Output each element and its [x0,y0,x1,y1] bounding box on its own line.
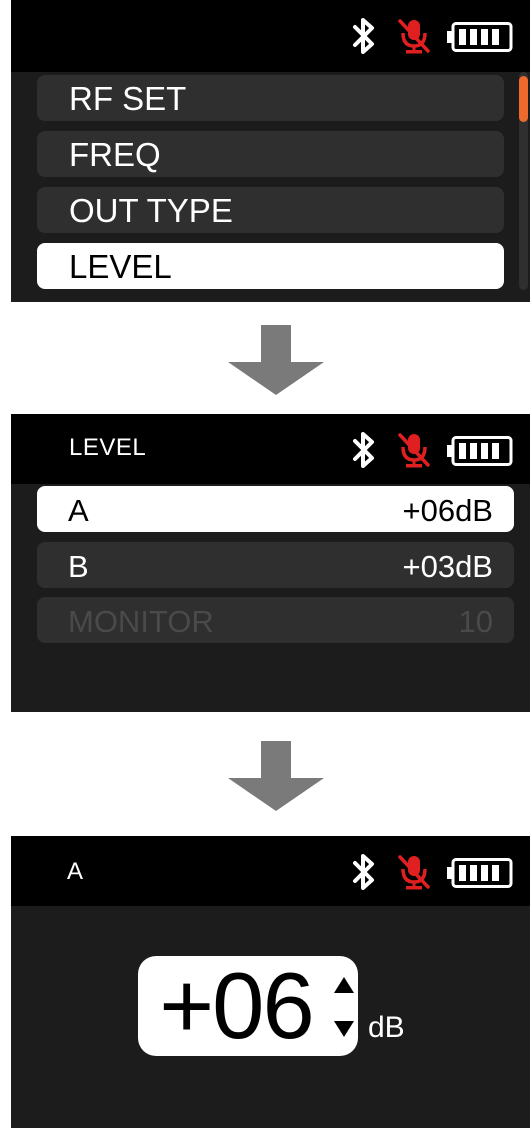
page-title: A [67,858,84,885]
status-icons [351,432,521,468]
menu-screen: RF SET FREQ OUT TYPE LEVEL [11,0,530,302]
status-bar: LEVEL [11,414,530,484]
menu-item-out-type[interactable]: OUT TYPE [37,187,504,233]
row-value: +03dB [402,549,493,584]
level-row-b[interactable]: B +03dB [37,542,514,588]
status-bar: A [11,836,530,906]
bluetooth-icon [353,854,374,890]
row-label: MONITOR [68,604,214,639]
level-row-monitor: MONITOR 10 [37,597,514,643]
menu-item-level[interactable]: LEVEL [37,243,504,289]
scrollbar[interactable] [519,72,528,290]
bluetooth-icon [353,432,374,468]
decrease-arrow-icon[interactable] [333,1020,355,1038]
row-label: A [68,493,89,528]
status-icons [351,18,521,54]
scrollbar-thumb[interactable] [519,76,528,122]
mic-muted-icon [398,433,430,468]
status-icons [351,854,521,890]
battery-full-icon [447,22,513,52]
title-area [95,848,326,900]
level-row-a[interactable]: A +06dB [37,486,514,532]
mic-muted-icon [398,855,430,890]
row-value: 10 [458,604,493,639]
value-edit-screen: A +06 dB [11,836,530,1128]
menu-item-rf-set[interactable]: RF SET [37,75,504,121]
row-value: +06dB [402,493,493,528]
row-label: B [68,549,89,584]
mic-muted-icon [398,19,430,54]
page-title: LEVEL [69,434,147,461]
level-value: +06 [159,953,314,1058]
menu-item-freq[interactable]: FREQ [37,131,504,177]
status-bar [11,0,530,72]
increase-arrow-icon[interactable] [333,976,355,994]
level-screen: LEVEL A +06dB B +03dB MONITOR 10 [11,414,530,712]
value-stepper[interactable]: +06 [138,956,358,1056]
bluetooth-icon [353,18,374,54]
arrow-down-icon [228,325,324,395]
title-area [36,17,266,67]
battery-full-icon [447,858,513,888]
battery-full-icon [447,436,513,466]
arrow-down-icon [228,741,324,811]
unit-label: dB [368,1011,405,1044]
